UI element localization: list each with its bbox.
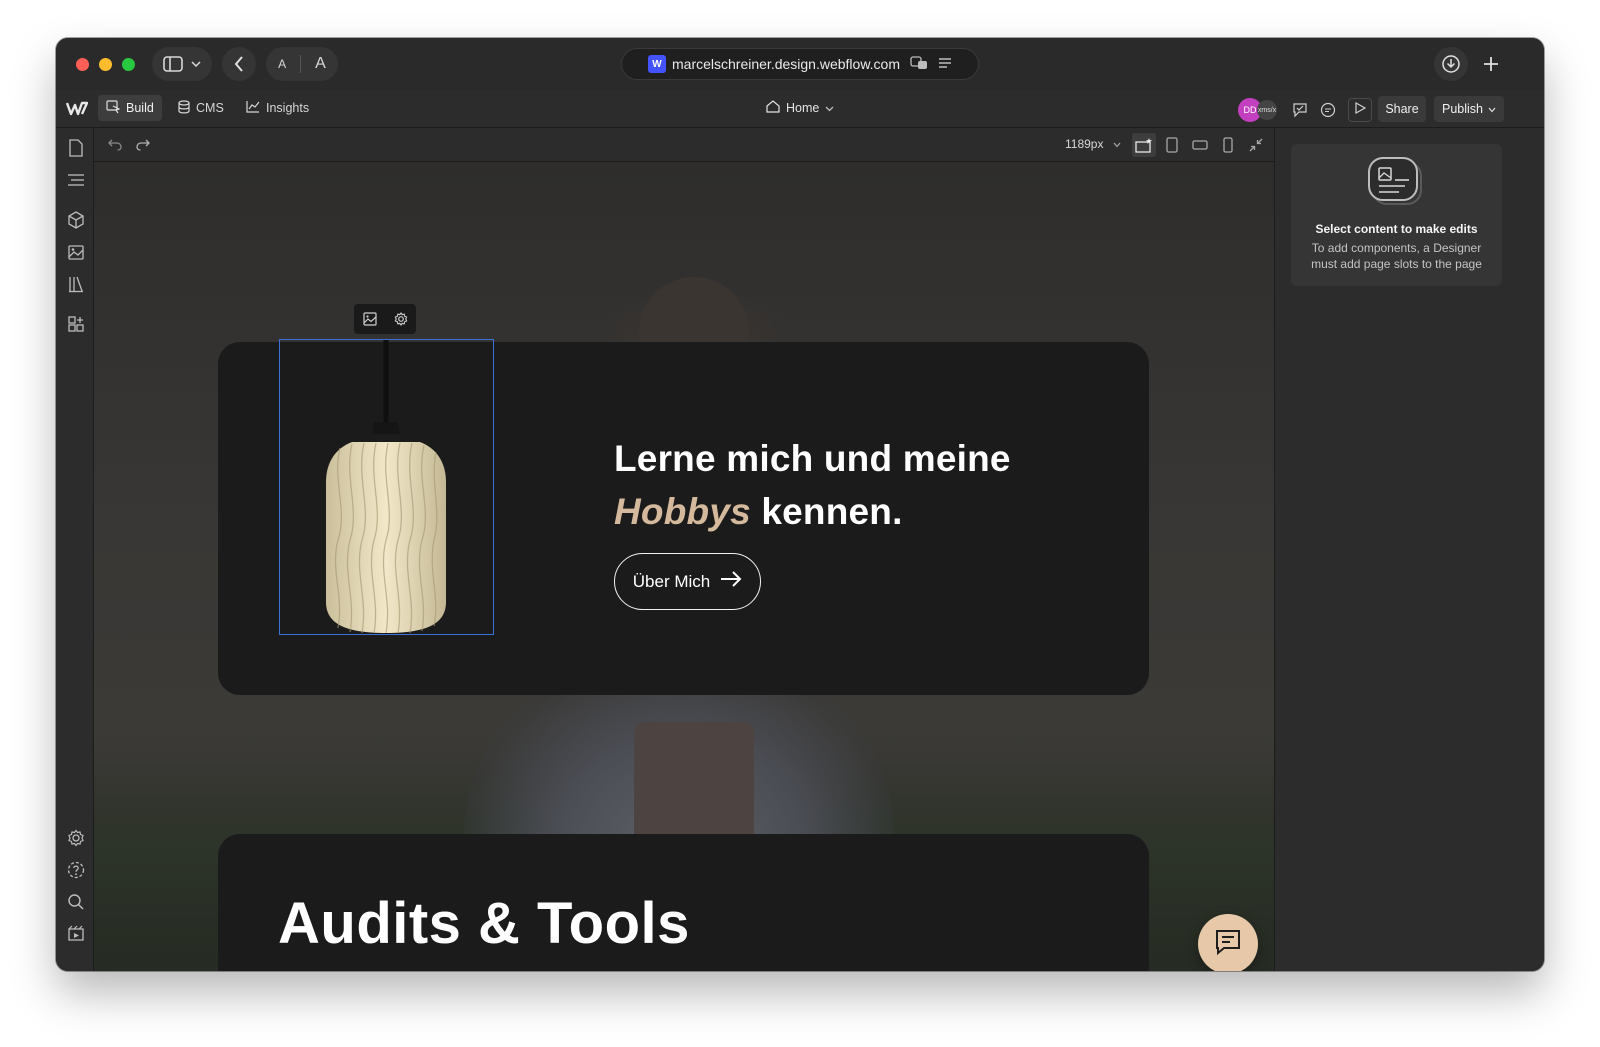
navigator-icon[interactable] [66, 170, 86, 190]
help-icon[interactable] [66, 860, 86, 880]
chevron-down-icon[interactable] [1108, 136, 1126, 154]
tab-insights-label: Insights [266, 101, 310, 115]
cursor-icon [106, 99, 121, 117]
about-me-button[interactable]: Über Mich [614, 553, 761, 610]
background-person-shirt [634, 722, 754, 847]
sidebar-toggle-button[interactable] [152, 47, 212, 81]
audits-section-title: Audits & Tools [278, 891, 690, 956]
sidebar-icon [163, 56, 183, 72]
comments-icon[interactable] [1316, 98, 1340, 122]
downloads-button[interactable] [1434, 47, 1468, 81]
tab-insights[interactable]: Insights [238, 95, 317, 121]
new-tab-button[interactable] [1474, 47, 1508, 81]
home-icon [766, 100, 780, 116]
edit-hint-title: Select content to make edits [1315, 222, 1478, 236]
chat-button[interactable] [1198, 914, 1258, 971]
about-me-button-label: Über Mich [632, 571, 711, 591]
settings-icon[interactable] [66, 828, 86, 848]
url-text: marcelschreiner.design.webflow.com [672, 56, 900, 72]
canvas-toolbar: 1189px [94, 128, 1274, 162]
search-icon[interactable] [66, 892, 86, 912]
back-button[interactable] [222, 47, 256, 81]
text-larger-button[interactable]: A [315, 55, 326, 73]
address-bar[interactable]: W marcelschreiner.design.webflow.com [621, 48, 979, 80]
left-sidebar [56, 128, 94, 971]
tab-build[interactable]: Build [98, 95, 162, 121]
preview-button[interactable] [1348, 98, 1372, 122]
plus-icon [1483, 56, 1499, 72]
chat-icon [1214, 928, 1242, 961]
image-icon[interactable] [359, 308, 381, 330]
publish-button[interactable]: Publish [1434, 96, 1504, 122]
close-window-button[interactable] [76, 58, 89, 71]
canvas-width-value[interactable]: 1189px [1065, 137, 1103, 151]
content-slot-icon [1365, 156, 1427, 208]
tab-cms[interactable]: CMS [170, 95, 232, 121]
edit-hint-text: To add components, a Designer must add p… [1311, 241, 1482, 271]
zoom-window-button[interactable] [122, 58, 135, 71]
video-tutorials-icon[interactable] [66, 924, 86, 944]
chevron-down-icon [825, 101, 834, 115]
mobile-landscape-icon[interactable] [1191, 136, 1209, 154]
headline-rest: kennen. [750, 491, 903, 532]
right-panel: Select content to make edits To add comp… [1274, 128, 1544, 971]
chart-icon [246, 100, 260, 116]
download-icon [1441, 54, 1461, 74]
pendant-lamp-image [326, 340, 446, 634]
play-icon [1354, 101, 1367, 119]
chevron-down-icon [191, 61, 201, 67]
collapse-icon[interactable] [1247, 136, 1265, 154]
collaborator-avatar[interactable]: xms/x [1257, 100, 1277, 120]
minimize-window-button[interactable] [99, 58, 112, 71]
assets-icon[interactable] [66, 242, 86, 262]
database-icon [178, 99, 190, 117]
desktop-star-icon [1135, 136, 1153, 154]
components-icon[interactable] [66, 210, 86, 230]
pages-icon[interactable] [66, 138, 86, 158]
about-headline: Lerne mich und meine Hobbys kennen. [614, 432, 1074, 538]
tablet-icon[interactable] [1163, 136, 1181, 154]
tab-build-label: Build [126, 101, 154, 115]
headline-accent: Hobbys [614, 491, 751, 532]
gear-icon[interactable] [390, 308, 412, 330]
tab-cms-label: CMS [196, 101, 224, 115]
text-smaller-button[interactable]: A [278, 57, 286, 71]
publish-label: Publish [1442, 102, 1483, 116]
undo-icon[interactable] [106, 136, 124, 154]
page-selector-label: Home [786, 101, 820, 115]
divider [300, 55, 302, 73]
translate-icon[interactable] [910, 55, 928, 73]
share-button[interactable]: Share [1378, 96, 1426, 122]
edit-hint-card: Select content to make edits To add comp… [1291, 144, 1502, 286]
design-canvas[interactable]: Lerne mich und meine Hobbys kennen. Über… [94, 162, 1274, 971]
lamp-image-selected[interactable] [279, 339, 494, 635]
apps-icon[interactable] [66, 314, 86, 334]
redo-icon[interactable] [134, 136, 152, 154]
browser-window: A A W marcelschreiner.design.webflow.com [56, 38, 1544, 971]
headline-line1: Lerne mich und meine [614, 438, 1011, 479]
mobile-portrait-icon[interactable] [1219, 136, 1237, 154]
browser-titlebar: A A W marcelschreiner.design.webflow.com [56, 38, 1544, 90]
webflow-topbar: Build CMS Insights Home DD xms/x Share P… [56, 90, 1544, 128]
chevron-down-icon [1488, 102, 1496, 116]
reader-list-icon[interactable] [938, 57, 952, 72]
webflow-logo-icon[interactable] [65, 100, 89, 120]
page-selector[interactable]: Home [766, 95, 834, 121]
image-element-toolbar [354, 304, 416, 334]
approval-icon[interactable] [1288, 98, 1312, 122]
webflow-favicon-icon: W [648, 55, 666, 73]
reader-text-size-control[interactable]: A A [266, 47, 338, 81]
chevron-left-icon [234, 56, 244, 72]
libraries-icon[interactable] [66, 274, 86, 294]
arrow-right-icon [720, 571, 742, 592]
